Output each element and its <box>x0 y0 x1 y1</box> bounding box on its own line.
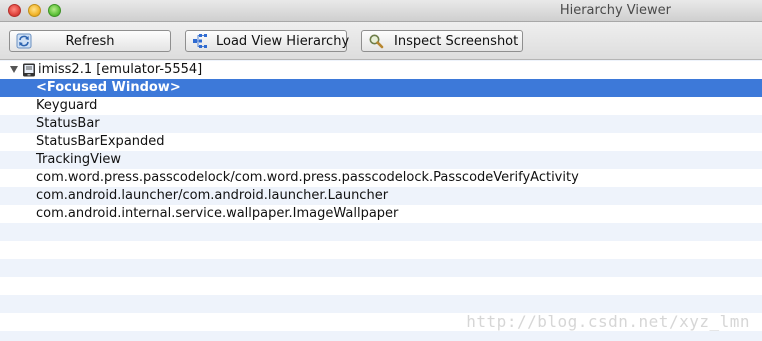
window-row-keyguard[interactable]: Keyguard <box>0 97 762 115</box>
device-icon <box>22 63 36 77</box>
close-window-icon[interactable] <box>8 4 21 17</box>
inspect-screenshot-label: Inspect Screenshot <box>394 33 519 49</box>
window-label: com.android.internal.service.wallpaper.I… <box>36 206 399 221</box>
window-label: Keyguard <box>36 98 98 113</box>
zoom-window-icon[interactable] <box>48 4 61 17</box>
title-bar[interactable]: Hierarchy Viewer <box>0 0 762 22</box>
window-label: TrackingView <box>36 152 121 167</box>
window-label: StatusBar <box>36 116 100 131</box>
load-view-hierarchy-label: Load View Hierarchy <box>216 33 350 49</box>
hierarchy-viewer-window: Hierarchy Viewer Refresh Load View Hiera… <box>0 0 762 341</box>
expand-triangle-icon[interactable] <box>10 66 18 73</box>
hierarchy-icon <box>192 33 208 49</box>
window-label: StatusBarExpanded <box>36 134 165 149</box>
window-row-image-wallpaper[interactable]: com.android.internal.service.wallpaper.I… <box>0 205 762 223</box>
window-row-trackingview[interactable]: TrackingView <box>0 151 762 169</box>
window-row-launcher[interactable]: com.android.launcher/com.android.launche… <box>0 187 762 205</box>
magnifier-icon <box>368 33 384 49</box>
device-window-tree[interactable]: imiss2.1 [emulator-5554] <Focused Window… <box>0 60 762 341</box>
device-label: imiss2.1 [emulator-5554] <box>38 62 203 77</box>
refresh-button[interactable]: Refresh <box>9 30 171 52</box>
window-label: com.android.launcher/com.android.launche… <box>36 188 389 203</box>
window-label: <Focused Window> <box>36 80 181 95</box>
window-row-statusbar[interactable]: StatusBar <box>0 115 762 133</box>
window-label: com.word.press.passcodelock/com.word.pre… <box>36 170 579 185</box>
inspect-screenshot-button[interactable]: Inspect Screenshot <box>361 30 523 52</box>
window-title: Hierarchy Viewer <box>559 3 671 18</box>
window-row-statusbar-expanded[interactable]: StatusBarExpanded <box>0 133 762 151</box>
load-view-hierarchy-button[interactable]: Load View Hierarchy <box>185 30 350 52</box>
minimize-window-icon[interactable] <box>28 4 41 17</box>
watermark: http://blog.csdn.net/xyz_lmn <box>466 312 750 331</box>
toolbar: Refresh Load View Hierarchy Inspect Scre… <box>0 22 762 60</box>
device-row[interactable]: imiss2.1 [emulator-5554] <box>0 61 762 79</box>
window-row-focused[interactable]: <Focused Window> <box>0 79 762 97</box>
refresh-label: Refresh <box>65 33 115 49</box>
window-row-passcode-verify[interactable]: com.word.press.passcodelock/com.word.pre… <box>0 169 762 187</box>
